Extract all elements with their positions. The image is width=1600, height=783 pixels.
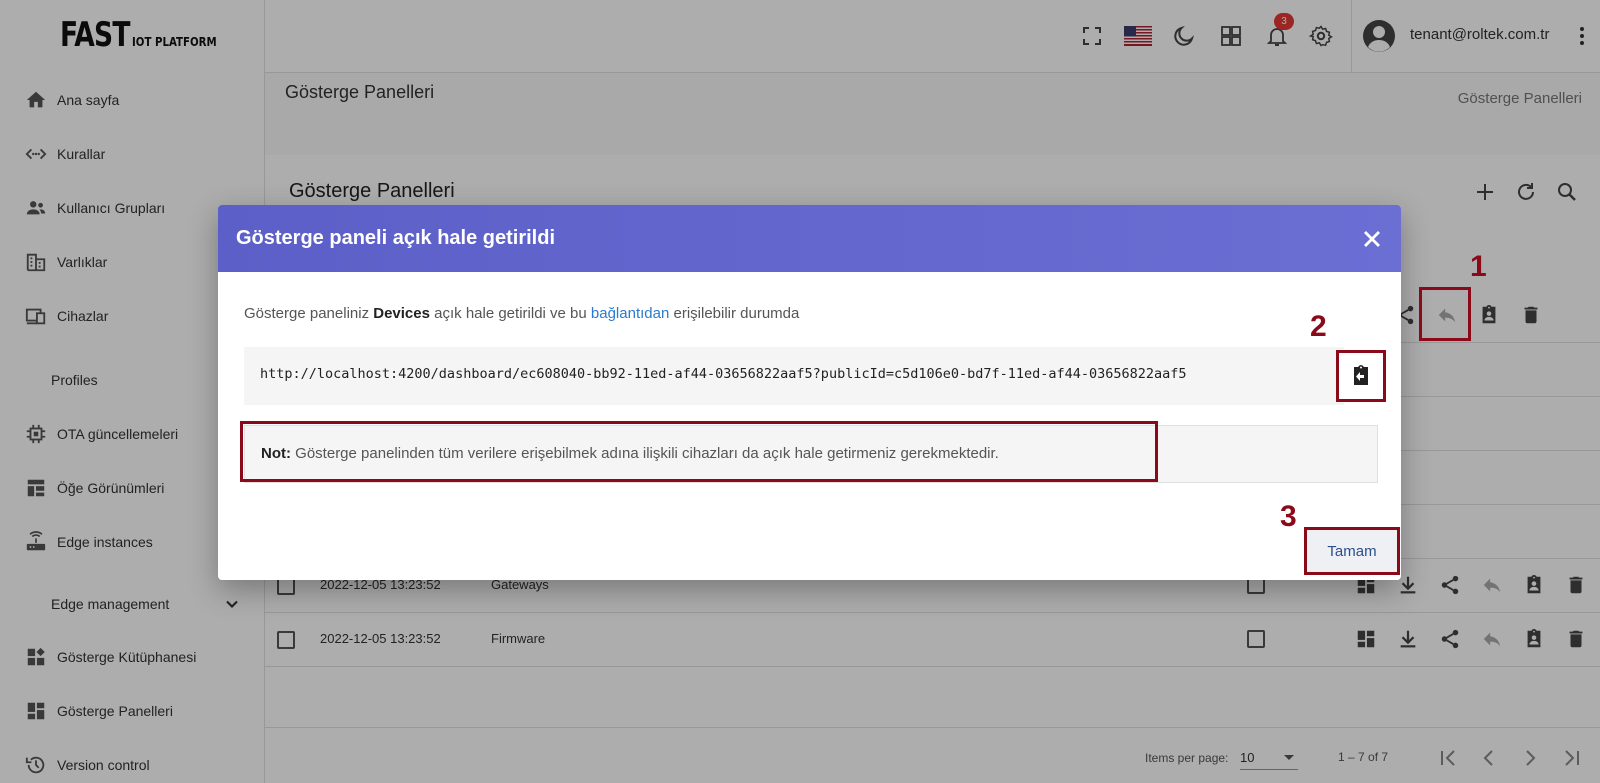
dialog-title: Gösterge paneli açık hale getirildi	[236, 227, 555, 249]
message-middle: açık hale getirildi ve bu	[434, 305, 587, 322]
dialog-header: Gösterge paneli açık hale getirildi	[218, 205, 1401, 272]
step-number-2: 2	[1310, 310, 1327, 343]
message-prefix: Gösterge paneliniz	[244, 305, 370, 322]
step-number-1: 1	[1470, 250, 1487, 283]
copy-clipboard-icon	[1354, 365, 1368, 385]
dashboard-name: Devices	[373, 305, 430, 322]
note-body: Gösterge panelinden tüm verilere erişebi…	[295, 445, 999, 462]
close-icon[interactable]	[1360, 227, 1384, 251]
note-text: Not: Gösterge panelinden tüm verilere er…	[261, 445, 999, 462]
public-link[interactable]: bağlantıdan	[591, 305, 669, 322]
ok-button[interactable]: Tamam	[1304, 527, 1400, 575]
step-number-3: 3	[1280, 500, 1297, 533]
share-button-highlight	[1419, 287, 1471, 341]
copy-url-button[interactable]	[1336, 350, 1386, 402]
share-dashboard-dialog: Gösterge paneli açık hale getirildi Göst…	[218, 205, 1401, 580]
public-url[interactable]: http://localhost:4200/dashboard/ec608040…	[260, 366, 1187, 382]
dialog-message: Gösterge paneliniz Devices açık hale get…	[244, 305, 799, 322]
message-suffix: erişilebilir durumda	[673, 305, 800, 322]
note-label: Not:	[261, 445, 291, 462]
